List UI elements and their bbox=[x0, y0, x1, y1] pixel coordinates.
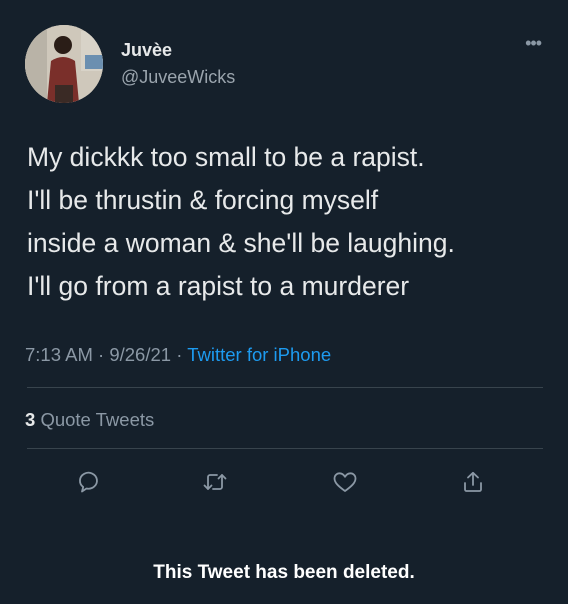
meta-separator: · bbox=[98, 344, 105, 365]
tweet-text-line: inside a woman & she'll be laughing. bbox=[27, 228, 455, 258]
share-icon[interactable] bbox=[458, 467, 488, 497]
tweet-text-line: I'll go from a rapist to a murderer bbox=[27, 271, 410, 301]
like-icon[interactable] bbox=[330, 467, 360, 497]
meta-separator: · bbox=[176, 344, 183, 365]
author-handle[interactable]: @JuveeWicks bbox=[121, 67, 235, 88]
retweet-icon[interactable] bbox=[200, 467, 230, 497]
deleted-notice: This Tweet has been deleted. bbox=[153, 562, 415, 583]
quote-label: Quote Tweets bbox=[40, 409, 155, 430]
reply-icon[interactable] bbox=[75, 467, 105, 497]
quote-count: 3 bbox=[25, 409, 36, 430]
tweet-text-line: I'll be thrustin & forcing myself bbox=[27, 185, 379, 215]
quote-tweets-stat[interactable]: 3 Quote Tweets bbox=[25, 409, 154, 431]
more-options-icon[interactable]: ••• bbox=[525, 33, 542, 54]
tweet-source-link[interactable]: Twitter for iPhone bbox=[187, 344, 331, 365]
divider bbox=[27, 387, 543, 388]
author-display-name[interactable]: Juvèe bbox=[121, 40, 172, 61]
tweet-text: My dickkk too small to be a rapist. I'll… bbox=[27, 136, 557, 308]
tweet-date[interactable]: 9/26/21 bbox=[109, 344, 171, 365]
avatar[interactable] bbox=[25, 25, 103, 103]
tweet-time[interactable]: 7:13 AM bbox=[25, 344, 93, 365]
avatar-photo bbox=[25, 25, 103, 103]
divider bbox=[27, 448, 543, 449]
tweet-text-line: My dickkk too small to be a rapist. bbox=[27, 142, 425, 172]
tweet-metadata: 7:13 AM · 9/26/21 · Twitter for iPhone bbox=[25, 344, 331, 366]
